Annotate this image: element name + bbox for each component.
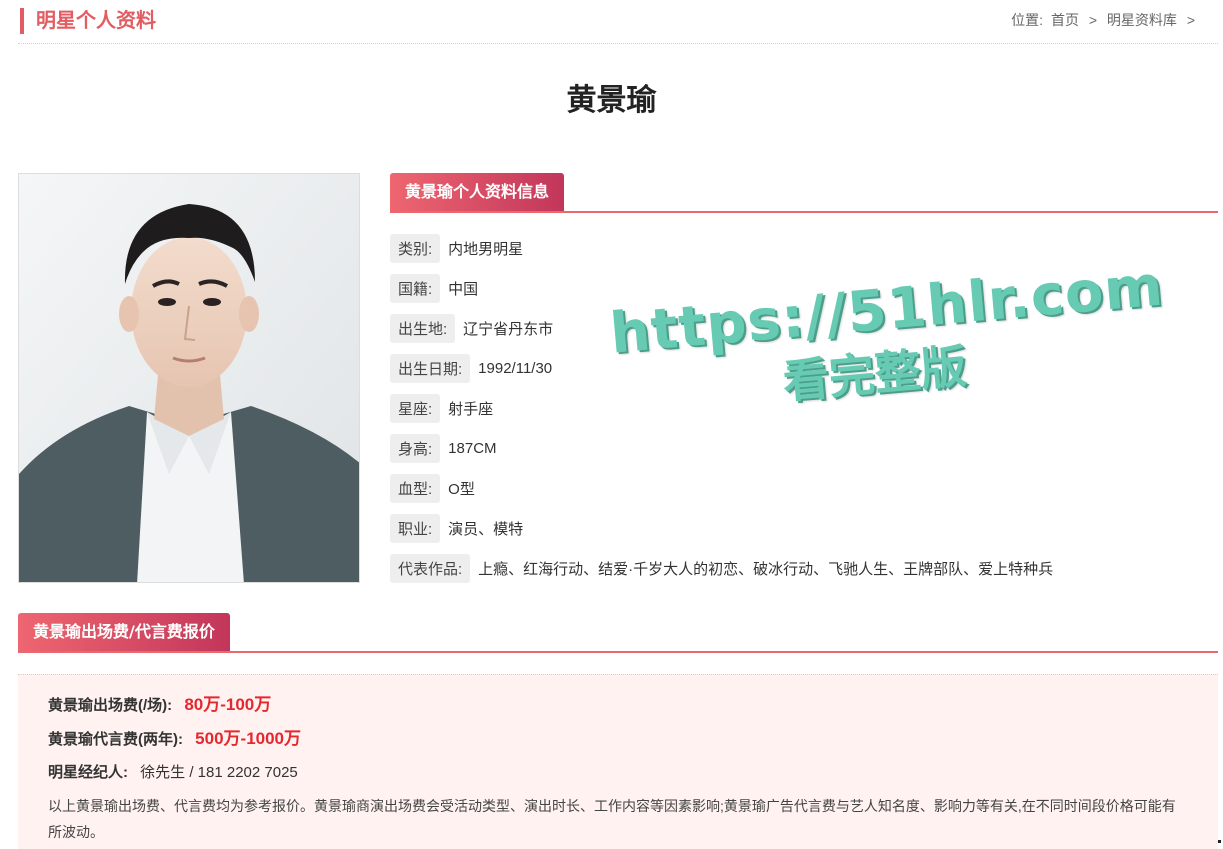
breadcrumb-separator: >: [1088, 12, 1098, 28]
info-value: 射手座: [448, 400, 494, 418]
page-title: 黄景瑜: [566, 84, 657, 117]
info-label: 代表作品:: [390, 553, 471, 583]
profile-tab-header: 黄景瑜个人资料信息: [390, 173, 1218, 213]
info-label: 身高:: [390, 433, 441, 463]
info-row-occupation: 职业: 演员、模特: [390, 508, 1053, 548]
info-label: 星座:: [390, 393, 441, 423]
section-title: 明星个人资料: [20, 8, 156, 34]
appearance-fee-label: 黄景瑜出场费(/场):: [48, 697, 173, 714]
info-value: 上瘾、红海行动、结爱·千岁大人的初恋、破冰行动、飞驰人生、王牌部队、爱上特种兵: [478, 560, 1054, 578]
info-label: 出生地:: [390, 313, 456, 343]
info-label: 血型:: [390, 473, 441, 503]
info-value: 内地男明星: [448, 240, 524, 258]
info-label: 出生日期:: [390, 353, 471, 383]
endorsement-fee-value: 500万-1000万: [195, 729, 302, 748]
breadcrumb-prefix: 位置:: [1011, 12, 1044, 28]
portrait-image: [19, 174, 359, 582]
appearance-fee-row: 黄景瑜出场费(/场): 80万-100万: [48, 693, 1188, 717]
info-row-blood-type: 血型: O型: [390, 468, 1053, 508]
price-tab-header: 黄景瑜出场费/代言费报价: [18, 613, 1218, 653]
breadcrumb-home-link[interactable]: 首页: [1051, 12, 1079, 28]
profile-tab[interactable]: 黄景瑜个人资料信息: [390, 173, 565, 211]
breadcrumb: 位置: 首页 > 明星资料库 >: [1011, 10, 1201, 30]
info-value: 中国: [448, 280, 479, 298]
appearance-fee-value: 80万-100万: [184, 695, 272, 714]
info-label: 国籍:: [390, 273, 441, 303]
info-value: 辽宁省丹东市: [463, 320, 554, 338]
info-value: O型: [448, 480, 475, 498]
agent-contact: 徐先生 / 181 2202 7025: [140, 764, 298, 781]
corner-dot: [1218, 840, 1221, 843]
agent-label: 明星经纪人:: [48, 764, 128, 781]
info-row-category: 类别: 内地男明星: [390, 228, 1053, 268]
info-value: 演员、模特: [448, 520, 524, 538]
info-row-works: 代表作品: 上瘾、红海行动、结爱·千岁大人的初恋、破冰行动、飞驰人生、王牌部队、…: [390, 548, 1053, 588]
endorsement-fee-row: 黄景瑜代言费(两年): 500万-1000万: [48, 727, 1188, 751]
price-panel: 黄景瑜出场费(/场): 80万-100万 黄景瑜代言费(两年): 500万-10…: [18, 674, 1218, 849]
breadcrumb-separator: >: [1186, 12, 1195, 28]
info-label: 职业:: [390, 513, 441, 543]
agent-row: 明星经纪人: 徐先生 / 181 2202 7025: [48, 761, 1188, 785]
info-value: 187CM: [448, 439, 497, 457]
breadcrumb-star-library-link[interactable]: 明星资料库: [1107, 12, 1177, 28]
info-row-height: 身高: 187CM: [390, 428, 1053, 468]
info-value: 1992/11/30: [478, 359, 553, 377]
price-tab[interactable]: 黄景瑜出场费/代言费报价: [18, 613, 230, 651]
endorsement-fee-label: 黄景瑜代言费(两年):: [48, 731, 183, 748]
price-note: 以上黄景瑜出场费、代言费均为参考报价。黄景瑜商演出场费会受活动类型、演出时长、工…: [48, 798, 1176, 840]
info-label: 类别:: [390, 233, 441, 263]
star-photo: [18, 173, 360, 583]
